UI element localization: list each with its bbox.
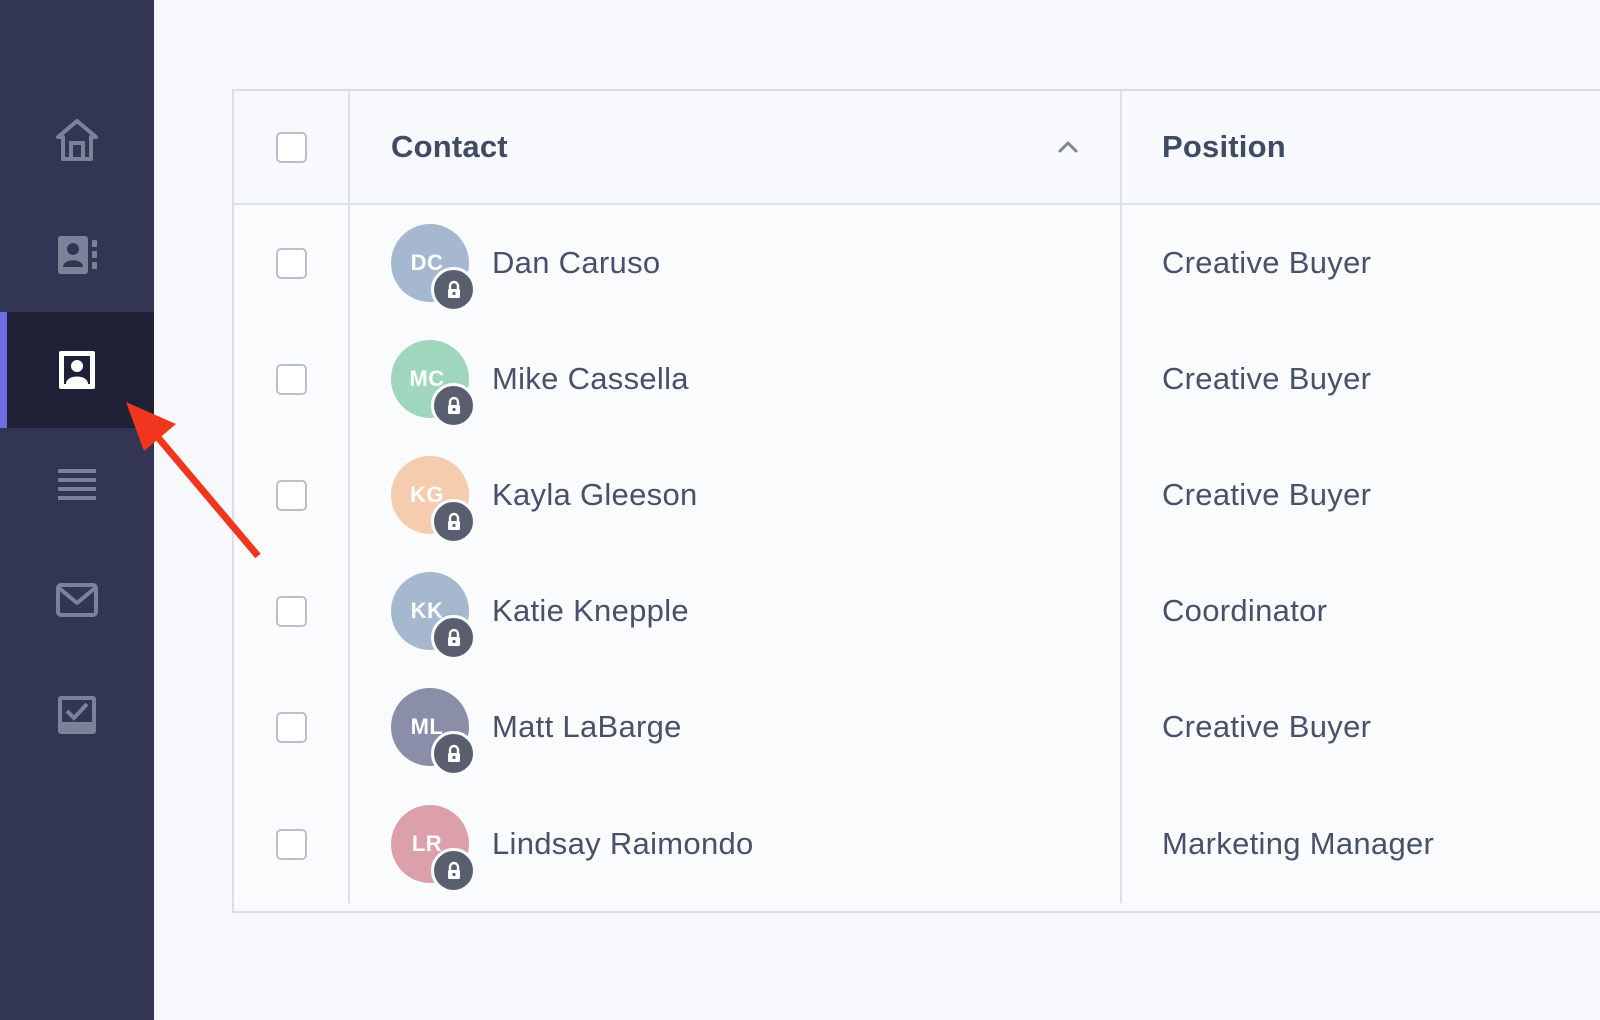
table-row[interactable]: KK Katie Knepple Coordinator	[234, 553, 1600, 671]
lock-icon	[447, 512, 460, 530]
column-header-label: Contact	[391, 129, 508, 164]
contact-name[interactable]: Lindsay Raimondo	[492, 826, 754, 862]
sidebar-item-list[interactable]	[0, 427, 154, 543]
table-row[interactable]: LR Lindsay Raimondo Marketing Manager	[234, 785, 1600, 903]
table-header: Contact Position	[234, 91, 1600, 205]
contact-name[interactable]: Mike Cassella	[492, 361, 689, 397]
lock-badge	[431, 848, 476, 893]
address-book-icon	[58, 236, 97, 274]
avatar: LR	[391, 805, 476, 893]
avatar: ML	[391, 688, 476, 776]
row-checkbox[interactable]	[275, 711, 307, 743]
lock-icon	[447, 628, 460, 646]
lock-badge	[431, 615, 476, 660]
contact-position: Creative Buyer	[1162, 361, 1372, 396]
chevron-up-icon[interactable]	[1056, 135, 1080, 159]
sidebar-item-address-book[interactable]	[0, 197, 154, 313]
avatar: DC	[391, 224, 476, 312]
sidebar-item-contacts[interactable]	[0, 312, 154, 428]
lock-badge	[431, 499, 476, 544]
contact-name[interactable]: Dan Caruso	[492, 245, 660, 281]
contact-card-icon	[59, 351, 95, 389]
avatar: KK	[391, 572, 476, 660]
avatar: MC	[391, 340, 476, 428]
row-checkbox[interactable]	[275, 828, 307, 860]
lock-icon	[447, 396, 460, 414]
row-checkbox[interactable]	[275, 595, 307, 627]
home-icon	[56, 119, 98, 161]
table-row[interactable]: ML Matt LaBarge Creative Buyer	[234, 669, 1600, 787]
lock-icon	[447, 861, 460, 879]
sidebar-item-tasks[interactable]	[0, 657, 154, 773]
contact-name[interactable]: Kayla Gleeson	[492, 477, 698, 513]
column-header-contact[interactable]: Contact	[350, 91, 1122, 203]
lock-badge	[431, 267, 476, 312]
mail-icon	[56, 583, 98, 617]
contact-position: Marketing Manager	[1162, 826, 1435, 861]
row-checkbox[interactable]	[275, 247, 307, 279]
avatar: KG	[391, 456, 476, 544]
table-row[interactable]: MC Mike Cassella Creative Buyer	[234, 321, 1600, 439]
sidebar-item-mail[interactable]	[0, 542, 154, 658]
table-row[interactable]: DC Dan Caruso Creative Buyer	[234, 205, 1600, 323]
row-checkbox[interactable]	[275, 479, 307, 511]
contact-name[interactable]: Matt LaBarge	[492, 709, 682, 745]
table-row[interactable]: KG Kayla Gleeson Creative Buyer	[234, 437, 1600, 555]
sidebar-item-home[interactable]	[0, 82, 154, 198]
sidebar	[0, 0, 154, 1020]
contact-position: Coordinator	[1162, 593, 1328, 628]
contact-position: Creative Buyer	[1162, 709, 1372, 744]
row-checkbox[interactable]	[275, 363, 307, 395]
lock-badge	[431, 731, 476, 776]
contact-name[interactable]: Katie Knepple	[492, 593, 689, 629]
column-header-label: Position	[1162, 129, 1286, 164]
contact-position: Creative Buyer	[1162, 245, 1372, 280]
lock-badge	[431, 383, 476, 428]
contacts-table: Contact Position DC Dan Caruso Creative …	[232, 89, 1600, 913]
lock-icon	[447, 280, 460, 298]
list-icon	[58, 469, 96, 500]
contact-position: Creative Buyer	[1162, 477, 1372, 512]
task-check-icon	[58, 696, 96, 734]
select-all-checkbox[interactable]	[275, 131, 307, 163]
lock-icon	[447, 744, 460, 762]
column-header-position[interactable]: Position	[1122, 91, 1600, 203]
